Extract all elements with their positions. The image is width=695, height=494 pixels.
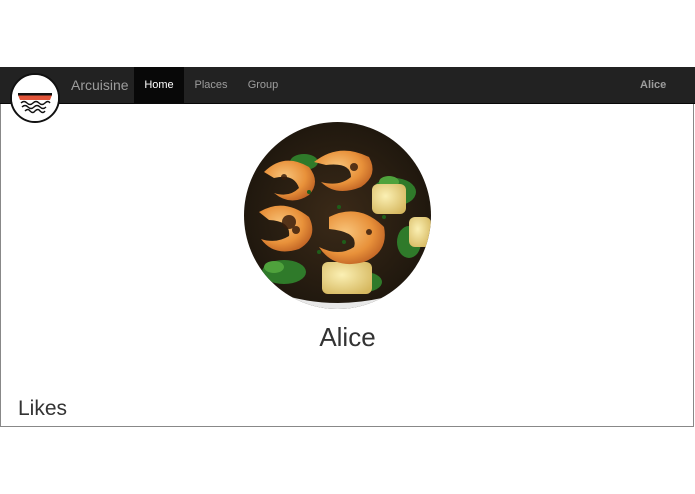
likes-heading: Likes <box>18 397 68 420</box>
nav-home[interactable]: Home <box>134 67 184 103</box>
nav-places[interactable]: Places <box>190 67 232 103</box>
profile-photo <box>244 122 431 309</box>
nav-group[interactable]: Group <box>243 67 283 103</box>
nav-user[interactable]: Alice <box>640 67 666 103</box>
profile-name: Alice <box>319 322 376 352</box>
logo-icon[interactable] <box>10 73 60 123</box>
brand-name[interactable]: Arcuisine <box>71 67 129 104</box>
